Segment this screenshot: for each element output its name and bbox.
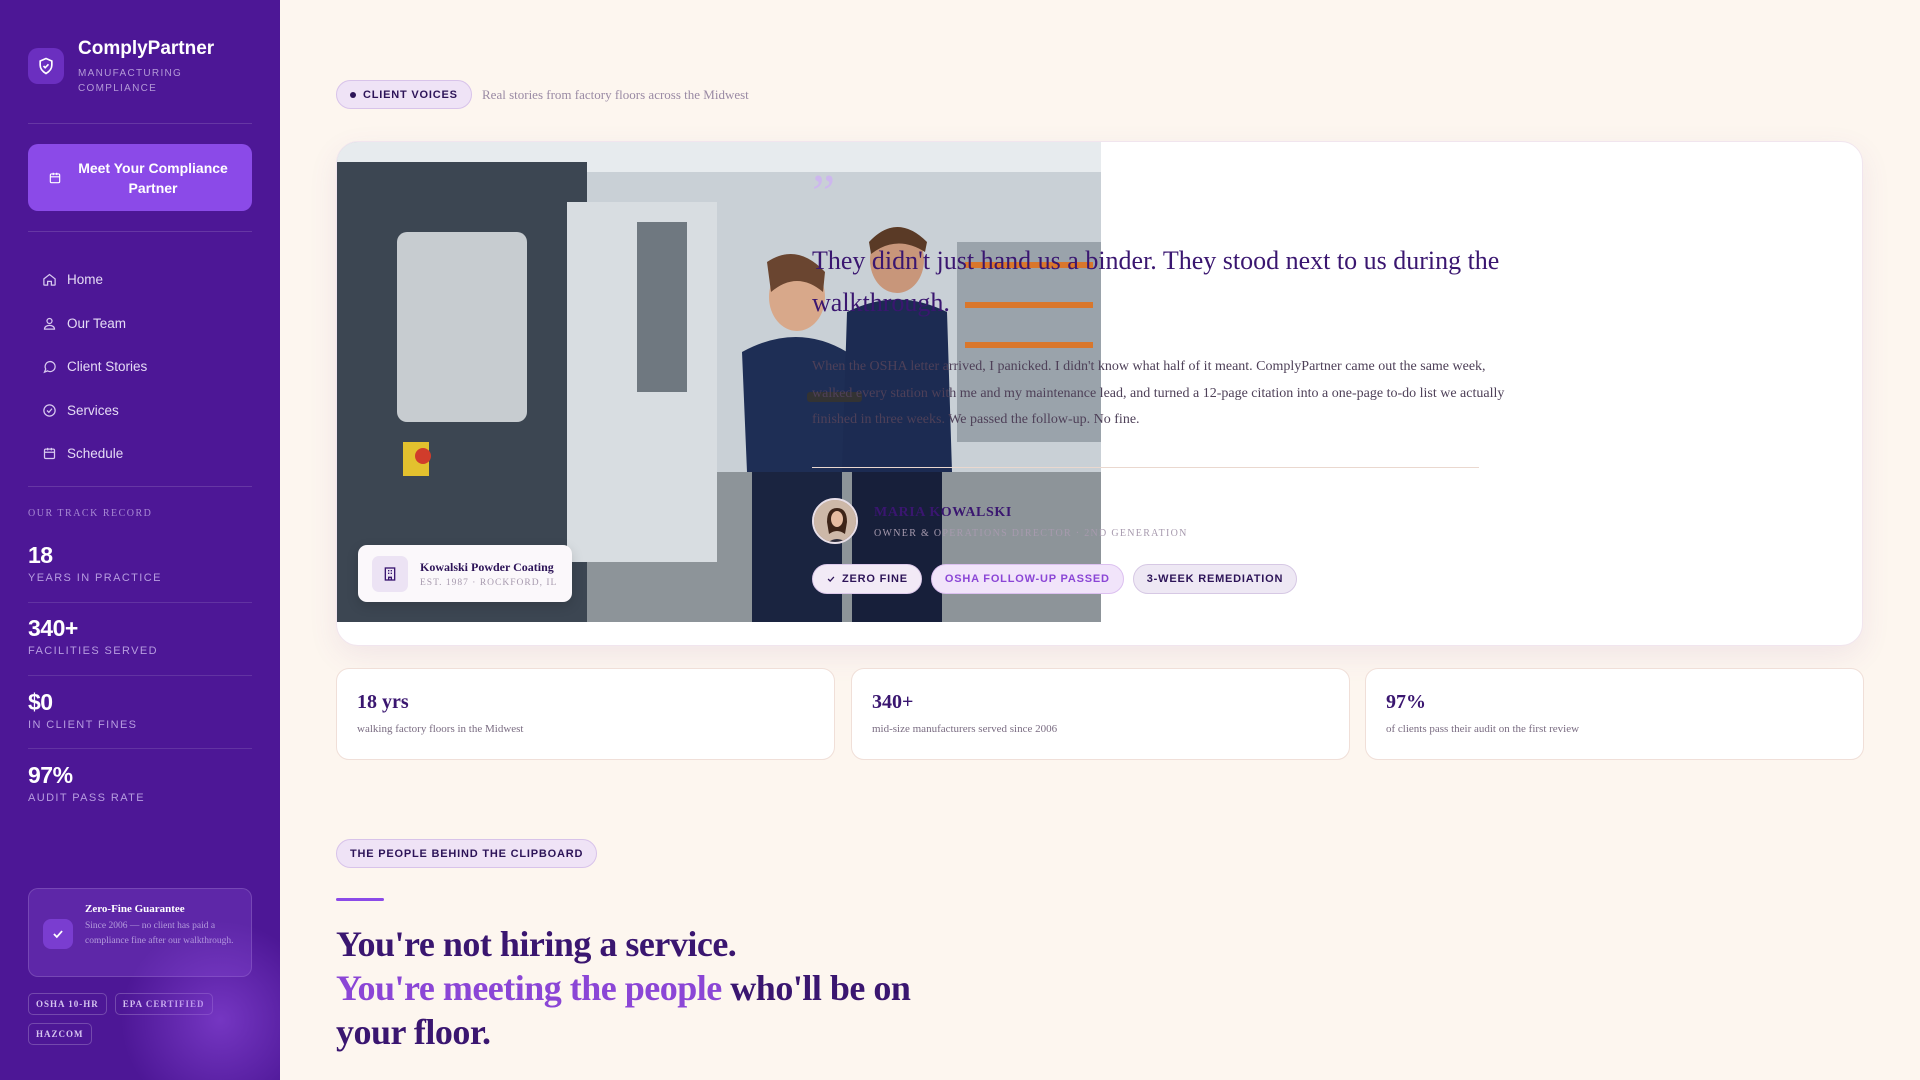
sidebar-item-schedule[interactable]: Schedule [42, 432, 147, 476]
avatar [812, 498, 858, 544]
divider [28, 486, 252, 487]
sidebar-nav: Home Our Team Client Stories Services Sc… [42, 258, 147, 476]
brand-name: ComplyPartner [78, 38, 215, 59]
sidebar-item-services[interactable]: Services [42, 389, 147, 433]
stat-label: AUDIT PASS RATE [28, 792, 145, 804]
check-icon [827, 576, 835, 582]
mini-stat-value: 97% [1386, 691, 1426, 713]
stat-audit: 97% AUDIT PASS RATE [28, 762, 145, 804]
brand[interactable]: ComplyPartner MANUFACTURING COMPLIANCE [28, 38, 214, 96]
testimonial-quote: They didn't just hand us a binder. They … [812, 246, 1500, 317]
sidebar-item-label: Services [67, 402, 119, 418]
calendar-icon [49, 172, 61, 183]
person-name: MARIA KOWALSKI [874, 505, 1012, 520]
mini-stat-text: walking factory floors in the Midwest [357, 723, 524, 735]
person-role: OWNER & OPERATIONS DIRECTOR · 2ND GENERA… [874, 528, 1188, 539]
mini-stat-value: 340+ [872, 691, 914, 713]
building-icon [372, 555, 408, 592]
headline-line1: You're not hiring a service. [336, 924, 737, 964]
divider [28, 123, 252, 124]
mini-stat-card: 18 yrs walking factory floors in the Mid… [336, 668, 835, 760]
stat-label: FACILITIES SERVED [28, 645, 158, 657]
cert-badge: OSHA 10-HR [28, 993, 107, 1015]
mini-stat-text: of clients pass their audit on the first… [1386, 723, 1580, 735]
sidebar-item-label: Schedule [67, 446, 124, 462]
calendar-icon [43, 448, 56, 460]
sidebar-item-label: Home [67, 272, 104, 288]
guarantee-title: Zero-Fine Guarantee [85, 903, 185, 915]
tag-label: ZERO FINE [842, 573, 908, 585]
check-icon [43, 919, 73, 949]
divider [28, 748, 252, 749]
photo-caption: Kowalski Powder Coating EST. 1987 · ROCK… [358, 545, 572, 602]
tag-zero-fine: ZERO FINE [812, 564, 922, 594]
sidebar: ComplyPartner MANUFACTURING COMPLIANCE M… [0, 0, 280, 1080]
stat-value: $0 [28, 689, 53, 715]
badge-label: CLIENT VOICES [363, 88, 458, 101]
accent-divider [336, 898, 384, 901]
divider [28, 602, 252, 603]
stat-fines: $0 IN CLIENT FINES [28, 689, 137, 731]
guarantee-text: Since 2006 — no client has paid a compli… [85, 921, 234, 946]
check-circle-icon [43, 404, 56, 417]
stat-years: 18 YEARS IN PRACTICE [28, 542, 162, 584]
divider [28, 231, 252, 232]
track-record-title: OUR TRACK RECORD [28, 508, 153, 519]
divider [812, 467, 1479, 468]
stat-label: YEARS IN PRACTICE [28, 572, 162, 584]
sidebar-item-our-team[interactable]: Our Team [42, 302, 147, 346]
dot-icon [350, 91, 356, 98]
client-voices-subtitle: Real stories from factory floors across … [482, 87, 749, 102]
brand-subtitle: MANUFACTURING COMPLIANCE [78, 68, 183, 94]
testimonial-body: When the OSHA letter arrived, I panicked… [812, 359, 1505, 427]
company-name: Kowalski Powder Coating [420, 559, 554, 574]
stat-value: 97% [28, 762, 73, 788]
tag-osha-followup: OSHA FOLLOW-UP PASSED [930, 564, 1124, 594]
sidebar-item-label: Client Stories [67, 359, 148, 375]
stat-label: IN CLIENT FINES [28, 719, 138, 731]
mini-stat-card: 340+ mid-size manufacturers served since… [851, 668, 1350, 760]
company-meta: EST. 1987 · ROCKFORD, IL [420, 577, 558, 588]
quote-mark: ” [812, 165, 836, 222]
mini-stat-text: mid-size manufacturers served since 2006 [872, 723, 1058, 735]
headline-highlight: You're meeting the people [336, 968, 722, 1008]
stat-value: 18 [28, 542, 53, 568]
meet-partner-button[interactable]: Meet Your Compliance Partner [28, 144, 252, 211]
tag-remediation: 3-WEEK REMEDIATION [1132, 564, 1298, 594]
chat-icon [43, 361, 56, 374]
people-badge: THE PEOPLE BEHIND THE CLIPBOARD [336, 839, 598, 868]
result-tags: ZERO FINE OSHA FOLLOW-UP PASSED 3-WEEK R… [812, 564, 1298, 594]
cta-label: Meet Your Compliance Partner [78, 159, 228, 196]
stat-facilities: 340+ FACILITIES SERVED [28, 615, 158, 657]
divider [28, 675, 252, 676]
cert-badge: HAZCOM [28, 1023, 92, 1045]
badge-label: THE PEOPLE BEHIND THE CLIPBOARD [350, 847, 584, 860]
mini-stat-card: 97% of clients pass their audit on the f… [1365, 668, 1864, 760]
client-voices-badge: CLIENT VOICES [336, 80, 472, 109]
sidebar-item-client-stories[interactable]: Client Stories [42, 345, 147, 389]
tag-label: OSHA FOLLOW-UP PASSED [944, 573, 1110, 585]
shield-icon [28, 48, 64, 84]
tag-label: 3-WEEK REMEDIATION [1146, 573, 1284, 585]
section-headline: You're not hiring a service. You're meet… [336, 922, 956, 1054]
home-icon [43, 273, 56, 286]
sidebar-item-home[interactable]: Home [42, 258, 147, 302]
mini-stat-value: 18 yrs [357, 691, 409, 713]
zero-fine-guarantee: Zero-Fine Guarantee Since 2006 — no clie… [28, 888, 252, 977]
stat-value: 340+ [28, 615, 78, 641]
user-icon [43, 317, 56, 330]
sidebar-item-label: Our Team [67, 315, 127, 331]
cert-list: OSHA 10-HR EPA CERTIFIED HAZCOM [28, 993, 258, 1045]
cert-badge: EPA CERTIFIED [114, 993, 213, 1015]
